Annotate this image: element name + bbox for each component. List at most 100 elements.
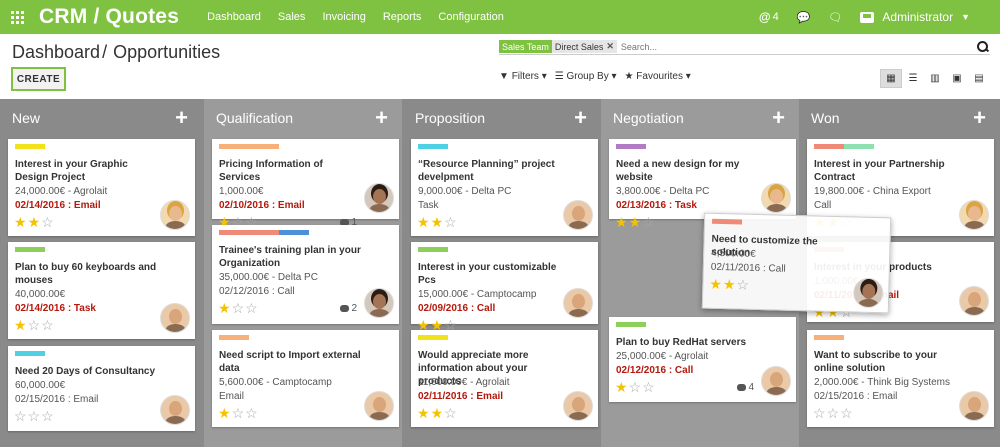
star-icon[interactable]: ☆ bbox=[41, 317, 55, 333]
create-button[interactable]: CREATE bbox=[11, 67, 66, 91]
opportunity-card[interactable]: Would appreciate more information about … bbox=[411, 330, 598, 427]
star-icon[interactable]: ★ bbox=[218, 405, 232, 421]
graph-view-icon[interactable]: ▥ bbox=[924, 69, 946, 88]
star-icon[interactable]: ☆ bbox=[28, 408, 42, 424]
star-icon[interactable]: ☆ bbox=[813, 405, 827, 421]
add-card-button[interactable]: + bbox=[574, 107, 587, 129]
favourites-dropdown[interactable]: ★ Favourites ▾ bbox=[625, 71, 691, 82]
add-card-button[interactable]: + bbox=[772, 107, 785, 129]
list-view-icon[interactable]: ☰ bbox=[902, 69, 924, 88]
priority-stars: ★☆☆ bbox=[218, 301, 259, 315]
tag-color-bar[interactable] bbox=[15, 144, 45, 149]
kanban-view-icon[interactable]: ▦ bbox=[880, 69, 902, 88]
star-icon[interactable]: ★ bbox=[615, 379, 629, 395]
star-icon[interactable]: ★ bbox=[615, 214, 629, 230]
star-icon[interactable]: ☆ bbox=[642, 379, 656, 395]
add-card-button[interactable]: + bbox=[175, 107, 188, 129]
breadcrumb-dashboard[interactable]: Dashboard bbox=[12, 42, 100, 62]
star-icon[interactable]: ☆ bbox=[28, 317, 42, 333]
groupby-dropdown[interactable]: ☰ Group By ▾ bbox=[555, 71, 617, 82]
star-icon[interactable]: ☆ bbox=[232, 300, 246, 316]
apps-menu-button[interactable] bbox=[0, 0, 34, 34]
star-icon[interactable]: ☆ bbox=[245, 405, 259, 421]
opportunity-card[interactable]: Trainee's training plan in your Organiza… bbox=[212, 225, 399, 324]
opportunity-card[interactable]: Plan to buy RedHat servers 25,000.00€ - A… bbox=[609, 317, 796, 402]
tag-color-bar[interactable] bbox=[249, 144, 279, 149]
menu-dashboard[interactable]: Dashboard bbox=[207, 11, 261, 23]
menu-invoicing[interactable]: Invoicing bbox=[322, 11, 365, 23]
star-icon[interactable]: ★ bbox=[723, 276, 737, 292]
star-icon[interactable]: ☆ bbox=[14, 408, 28, 424]
column-title: Negotiation bbox=[613, 110, 684, 126]
star-icon[interactable]: ☆ bbox=[827, 405, 841, 421]
star-icon[interactable]: ★ bbox=[417, 405, 431, 421]
tag-color-bar[interactable] bbox=[616, 322, 646, 327]
user-menu[interactable]: Administrator ▼ bbox=[860, 10, 970, 24]
menu-sales[interactable]: Sales bbox=[278, 11, 306, 23]
tag-color-bar[interactable] bbox=[814, 144, 844, 149]
star-icon[interactable]: ★ bbox=[218, 300, 232, 316]
opportunity-card[interactable]: “Resource Planning” project develpment 9,… bbox=[411, 139, 598, 236]
tag-color-bar[interactable] bbox=[418, 144, 448, 149]
star-icon[interactable]: ★ bbox=[431, 405, 445, 421]
tag-color-bar[interactable] bbox=[219, 335, 249, 340]
remove-facet-icon[interactable]: ✕ bbox=[606, 41, 614, 52]
calendar-view-icon[interactable]: ▣ bbox=[946, 69, 968, 88]
tag-color-bar[interactable] bbox=[279, 230, 309, 235]
tag-color-bar[interactable] bbox=[616, 144, 646, 149]
star-icon[interactable]: ☆ bbox=[444, 214, 458, 230]
pivot-view-icon[interactable]: ▤ bbox=[968, 69, 990, 88]
star-icon[interactable]: ★ bbox=[417, 214, 431, 230]
opportunity-card[interactable]: Need 20 Days of Consultancy 60,000.00€ 02/… bbox=[8, 346, 195, 431]
tag-color-bar[interactable] bbox=[418, 335, 448, 340]
search-input[interactable] bbox=[620, 41, 976, 52]
star-icon[interactable]: ☆ bbox=[642, 214, 656, 230]
search-icon[interactable] bbox=[976, 40, 990, 54]
tag-color-bar[interactable] bbox=[219, 230, 249, 235]
tag-color-bar[interactable] bbox=[249, 230, 279, 235]
add-card-button[interactable]: + bbox=[375, 107, 388, 129]
mentions-button[interactable]: @4 bbox=[759, 10, 779, 24]
star-icon[interactable]: ☆ bbox=[232, 405, 246, 421]
star-icon[interactable]: ☆ bbox=[245, 300, 259, 316]
star-icon[interactable]: ☆ bbox=[41, 408, 55, 424]
star-icon[interactable]: ★ bbox=[14, 317, 28, 333]
dragging-card[interactable]: Need to customize the solution 4,500.00€ 0… bbox=[701, 212, 892, 314]
star-icon[interactable]: ☆ bbox=[736, 276, 750, 292]
card-activity: Call bbox=[814, 200, 832, 211]
tag-color-bar[interactable] bbox=[418, 247, 448, 252]
card-activity: Task bbox=[418, 200, 439, 211]
tag-color-bar[interactable] bbox=[711, 218, 743, 225]
star-icon[interactable]: ★ bbox=[14, 214, 28, 230]
star-icon[interactable]: ★ bbox=[629, 214, 643, 230]
star-icon[interactable]: ★ bbox=[431, 214, 445, 230]
tag-color-bar[interactable] bbox=[15, 247, 45, 252]
star-icon[interactable]: ☆ bbox=[41, 214, 55, 230]
star-icon[interactable]: ☆ bbox=[629, 379, 643, 395]
star-icon[interactable]: ★ bbox=[709, 276, 723, 292]
opportunity-card[interactable]: Pricing Information of Services 1,000.00€… bbox=[212, 139, 399, 229]
tag-color-bar[interactable] bbox=[219, 144, 249, 149]
tag-color-bar[interactable] bbox=[15, 351, 45, 356]
filters-dropdown[interactable]: ▼ Filters ▾ bbox=[499, 71, 547, 82]
opportunity-card[interactable]: Need script to Import external data 5,600… bbox=[212, 330, 399, 427]
add-card-button[interactable]: + bbox=[973, 107, 986, 129]
tag-color-bar[interactable] bbox=[814, 335, 844, 340]
chat-button[interactable]: 💬 bbox=[797, 11, 811, 24]
star-icon[interactable]: ★ bbox=[28, 214, 42, 230]
star-icon[interactable]: ☆ bbox=[840, 405, 854, 421]
opportunity-card[interactable]: Interest in your Graphic Design Project 2… bbox=[8, 139, 195, 236]
salesperson-avatar bbox=[563, 288, 593, 318]
star-icon[interactable]: ☆ bbox=[444, 405, 458, 421]
opportunity-card[interactable]: Interest in your customizable Pcs 15,000.… bbox=[411, 242, 598, 332]
activity-button[interactable]: 🗨 bbox=[828, 11, 842, 24]
menu-reports[interactable]: Reports bbox=[383, 11, 422, 23]
opportunity-card[interactable]: Want to subscribe to your online solutio… bbox=[807, 330, 994, 427]
search-facet-value: Direct Sales bbox=[554, 41, 604, 52]
opportunity-card[interactable]: Need a new design for my website 3,800.00… bbox=[609, 139, 796, 229]
filters-label: Filters bbox=[511, 71, 539, 82]
app-brand[interactable]: CRM / Quotes bbox=[39, 5, 179, 29]
menu-configuration[interactable]: Configuration bbox=[438, 11, 503, 23]
opportunity-card[interactable]: Plan to buy 60 keyboards and mouses 40,00… bbox=[8, 242, 195, 339]
tag-color-bar[interactable] bbox=[844, 144, 874, 149]
